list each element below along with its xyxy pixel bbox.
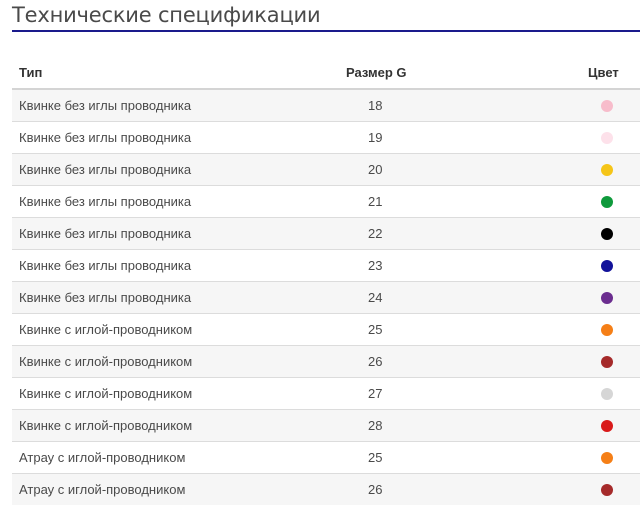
cell-type: Квинке без иглы проводника <box>19 289 192 305</box>
cell-color <box>496 473 640 505</box>
cell-size: 19 <box>368 129 383 145</box>
spec-table: Тип Размер G Цвет Квинке без иглы провод… <box>12 56 640 505</box>
cell-type: Квинке без иглы проводника <box>19 129 192 145</box>
table-row: Квинке с иглой-проводником 28 <box>12 409 640 441</box>
table-body: Квинке без иглы проводника 18 Квинке без и… <box>12 89 640 505</box>
header-size: Размер G <box>346 64 407 80</box>
table-row: Квинке без иглы проводника 18 <box>12 89 640 121</box>
cell-type: Квинке без иглы проводника <box>19 161 192 177</box>
cell-color <box>496 153 640 185</box>
color-dot-icon <box>601 324 613 337</box>
color-dot-icon <box>601 260 613 273</box>
table-row: Квинке без иглы проводника 20 <box>12 153 640 185</box>
cell-size: 21 <box>368 193 383 209</box>
table-row: Квинке с иглой-проводником 25 <box>12 313 640 345</box>
cell-size: 25 <box>368 321 383 337</box>
color-dot-icon <box>601 228 613 241</box>
table-row: Квинке без иглы проводника 21 <box>12 185 640 217</box>
title-underline <box>12 30 640 32</box>
cell-size: 20 <box>368 161 383 177</box>
cell-type: Квинке с иглой-проводником <box>19 385 193 401</box>
page-title: Технические спецификации <box>12 3 321 27</box>
table-row: Квинке без иглы проводника 19 <box>12 121 640 153</box>
table-row: Квинке без иглы проводника 24 <box>12 281 640 313</box>
cell-color <box>496 185 640 217</box>
cell-type: Квинке без иглы проводника <box>19 97 192 113</box>
header-color: Цвет <box>588 64 619 80</box>
cell-color <box>496 409 640 441</box>
cell-size: 23 <box>368 257 383 273</box>
color-dot-icon <box>601 356 613 369</box>
table-row: Квинке без иглы проводника 22 <box>12 217 640 249</box>
cell-color <box>496 345 640 377</box>
cell-size: 24 <box>368 289 383 305</box>
cell-color <box>496 313 640 345</box>
color-dot-icon <box>601 388 613 401</box>
color-dot-icon <box>601 292 613 305</box>
cell-type: Квинке с иглой-проводником <box>19 417 193 433</box>
cell-type: Квинке с иглой-проводником <box>19 353 193 369</box>
cell-color <box>496 121 640 153</box>
header-row: Тип Размер G Цвет <box>12 56 640 89</box>
table-row: Квинке с иглой-проводником 27 <box>12 377 640 409</box>
cell-type: Квинке без иглы проводника <box>19 257 192 273</box>
cell-color <box>496 89 640 121</box>
cell-color <box>496 441 640 473</box>
cell-type: Атрау с иглой-проводником <box>19 449 186 465</box>
spec-section: Технические спецификации Тип Размер G Цв… <box>12 0 640 505</box>
cell-color <box>496 217 640 249</box>
cell-color <box>496 281 640 313</box>
header-type: Тип <box>19 64 43 80</box>
cell-type: Квинке с иглой-проводником <box>19 321 193 337</box>
cell-color <box>496 249 640 281</box>
color-dot-icon <box>601 196 613 209</box>
color-dot-icon <box>601 100 613 113</box>
cell-size: 27 <box>368 385 383 401</box>
color-dot-icon <box>601 484 613 497</box>
table-row: Квинке с иглой-проводником 26 <box>12 345 640 377</box>
cell-type: Квинке без иглы проводника <box>19 225 192 241</box>
cell-size: 26 <box>368 481 383 497</box>
cell-color <box>496 377 640 409</box>
table-row: Атрау с иглой-проводником 26 <box>12 473 640 505</box>
cell-type: Квинке без иглы проводника <box>19 193 192 209</box>
color-dot-icon <box>601 420 613 433</box>
color-dot-icon <box>601 132 613 145</box>
color-dot-icon <box>601 452 613 465</box>
table-header: Тип Размер G Цвет <box>12 56 640 89</box>
table-row: Атрау с иглой-проводником 25 <box>12 441 640 473</box>
cell-size: 18 <box>368 97 383 113</box>
cell-size: 25 <box>368 449 383 465</box>
cell-type: Атрау с иглой-проводником <box>19 481 186 497</box>
cell-size: 28 <box>368 417 383 433</box>
cell-size: 22 <box>368 225 383 241</box>
table-row: Квинке без иглы проводника 23 <box>12 249 640 281</box>
cell-size: 26 <box>368 353 383 369</box>
color-dot-icon <box>601 164 613 177</box>
